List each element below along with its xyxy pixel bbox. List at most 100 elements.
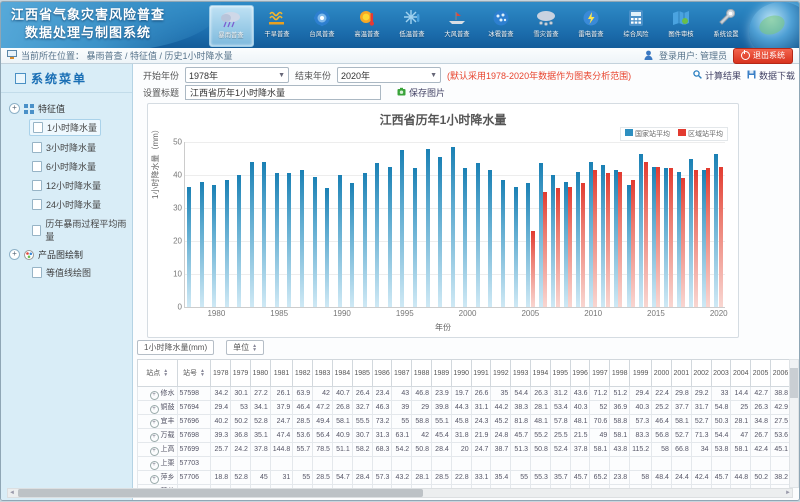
gridline xyxy=(185,142,725,143)
scroll-right-icon[interactable]: ► xyxy=(784,489,792,497)
table-header-2001[interactable]: 2001 xyxy=(671,360,691,387)
nav-item-5[interactable]: 低温普查 xyxy=(390,5,433,47)
calculate-button[interactable]: 计算结果 xyxy=(693,69,741,82)
table-header-1988[interactable]: 1988 xyxy=(412,360,432,387)
nav-item-label: 雷电普查 xyxy=(578,30,603,39)
table-header-2002[interactable]: 2002 xyxy=(691,360,711,387)
row-expand-icon[interactable]: + xyxy=(150,461,159,470)
cell-value xyxy=(671,457,691,471)
tree-item-1小时降水量[interactable]: 1小时降水量 xyxy=(29,119,101,136)
table-header-1979[interactable]: 1979 xyxy=(231,360,251,387)
row-expand-icon[interactable]: + xyxy=(150,419,159,428)
bar-national-1994 xyxy=(388,167,392,307)
save-image-button[interactable]: 保存图片 xyxy=(397,86,445,99)
table-vertical-scrollbar[interactable] xyxy=(789,359,799,488)
end-year-select[interactable]: 2020年▼ xyxy=(337,67,441,83)
bar-national-1993 xyxy=(375,163,379,307)
row-expand-icon[interactable]: + xyxy=(150,391,159,400)
table-header-2006[interactable]: 2006 xyxy=(770,360,790,387)
unit-dropdown[interactable]: 单位▲▼ xyxy=(226,340,264,355)
table-row[interactable]: +萍乡5770618.852.845315528.554.728.457.343… xyxy=(138,471,791,485)
download-button[interactable]: 数据下载 xyxy=(747,69,795,82)
cell-value xyxy=(471,457,491,471)
row-expand-icon[interactable]: + xyxy=(150,447,159,456)
table-header-1987[interactable]: 1987 xyxy=(392,360,412,387)
table-header-1983[interactable]: 1983 xyxy=(313,360,333,387)
table-row[interactable]: +万载5769839.336.835.147.453.656.440.930.7… xyxy=(138,429,791,443)
nav-item-10[interactable]: 综合风险 xyxy=(614,5,657,47)
table-row[interactable]: +修水5759834.230.127.226.163.94240.726.423… xyxy=(138,387,791,401)
tree-item-等值线绘图[interactable]: 等值线绘图 xyxy=(29,265,94,280)
table-header-1995[interactable]: 1995 xyxy=(550,360,570,387)
table-header-1998[interactable]: 1998 xyxy=(610,360,630,387)
scroll-left-icon[interactable]: ◄ xyxy=(8,489,16,497)
table-header-1989[interactable]: 1989 xyxy=(431,360,451,387)
table-header-1984[interactable]: 1984 xyxy=(332,360,352,387)
row-expand-icon[interactable]: + xyxy=(150,405,159,414)
tree-group-1[interactable]: +特征值 xyxy=(9,102,132,115)
table-header-1981[interactable]: 1981 xyxy=(270,360,293,387)
table-header-1980[interactable]: 1980 xyxy=(250,360,270,387)
table-header-站点[interactable]: 站点▲▼ xyxy=(138,360,178,387)
table-header-2005[interactable]: 2005 xyxy=(751,360,771,387)
nav-item-9[interactable]: 雷电普查 xyxy=(570,5,613,47)
station-table-wrap[interactable]: 站点▲▼站号▲▼19781979198019811982198319841985… xyxy=(137,359,791,488)
table-header-站号[interactable]: 站号▲▼ xyxy=(177,360,211,387)
tree-item-历年暴雨过程平均雨量[interactable]: 历年暴雨过程平均雨量 xyxy=(29,216,132,244)
start-year-select[interactable]: 1978年▼ xyxy=(185,67,289,83)
nav-item-1[interactable]: 暴雨普查 xyxy=(209,5,254,47)
table-header-1985[interactable]: 1985 xyxy=(352,360,372,387)
save-disk-icon xyxy=(747,70,756,81)
table-header-2000[interactable]: 2000 xyxy=(652,360,672,387)
nav-item-4[interactable]: 高温普查 xyxy=(345,5,388,47)
station-id: 57694 xyxy=(177,401,211,415)
table-row[interactable]: +铜鼓5769429.45334.137.946.447.226.832.746… xyxy=(138,401,791,415)
cell-value: 26.3 xyxy=(531,387,551,401)
table-header-1992[interactable]: 1992 xyxy=(491,360,511,387)
nav-item-6[interactable]: 大风普查 xyxy=(435,5,478,47)
table-header-1999[interactable]: 1999 xyxy=(630,360,652,387)
expand-icon[interactable]: + xyxy=(9,249,20,260)
chart-title-input[interactable]: 江西省历年1小时降水量 xyxy=(185,85,381,100)
legend-entry[interactable]: 区域站平均 xyxy=(678,129,723,139)
table-row[interactable]: +上高5769925.724.237.8144.855.778.551.158.… xyxy=(138,443,791,457)
table-header-1993[interactable]: 1993 xyxy=(511,360,531,387)
table-header-2004[interactable]: 2004 xyxy=(731,360,751,387)
table-header-1986[interactable]: 1986 xyxy=(372,360,392,387)
table-header-1991[interactable]: 1991 xyxy=(471,360,491,387)
bar-national-2016 xyxy=(664,168,668,307)
nav-item-7[interactable]: 冰雹普查 xyxy=(480,5,523,47)
cell-value: 39 xyxy=(392,401,412,415)
table-header-1994[interactable]: 1994 xyxy=(531,360,551,387)
row-expand-icon[interactable]: + xyxy=(150,433,159,442)
table-row[interactable]: +宜丰5769640.250.252.824.728.549.458.155.5… xyxy=(138,415,791,429)
cell-value: 29.4 xyxy=(630,387,652,401)
bar-regional-2015 xyxy=(656,167,660,307)
table-header-1982[interactable]: 1982 xyxy=(293,360,313,387)
horizontal-scrollbar[interactable]: ◄ ► xyxy=(7,488,793,498)
legend-entry[interactable]: 国家站平均 xyxy=(625,129,670,139)
nav-item-11[interactable]: 图件审核 xyxy=(659,5,702,47)
nav-item-8[interactable]: 雪灾普查 xyxy=(525,5,568,47)
unit-box[interactable]: 1小时降水量(mm) xyxy=(137,340,214,355)
table-header-1996[interactable]: 1996 xyxy=(570,360,590,387)
tree-item-6小时降水量[interactable]: 6小时降水量 xyxy=(29,159,99,174)
nav-item-3[interactable]: 台风普查 xyxy=(301,5,344,47)
table-header-1990[interactable]: 1990 xyxy=(451,360,471,387)
cell-value: 48.1 xyxy=(570,415,590,429)
table-row[interactable]: +上栗57703 xyxy=(138,457,791,471)
tree-item-24小时降水量[interactable]: 24小时降水量 xyxy=(29,197,104,212)
nav-item-2[interactable]: 干旱普查 xyxy=(256,5,299,47)
row-expand-icon[interactable]: + xyxy=(150,475,159,484)
table-header-2003[interactable]: 2003 xyxy=(711,360,731,387)
table-header-1997[interactable]: 1997 xyxy=(590,360,610,387)
scrollbar-thumb[interactable] xyxy=(18,489,423,497)
expand-icon[interactable]: + xyxy=(9,103,20,114)
tree-group-2[interactable]: +产品图绘制 xyxy=(9,248,132,261)
table-header-1978[interactable]: 1978 xyxy=(211,360,231,387)
tree-item-12小时降水量[interactable]: 12小时降水量 xyxy=(29,178,104,193)
tree-item-3小时降水量[interactable]: 3小时降水量 xyxy=(29,140,99,155)
cell-value: 44.3 xyxy=(451,401,471,415)
nav-item-12[interactable]: 系统设置 xyxy=(704,5,747,47)
logout-button[interactable]: 退出系统 xyxy=(733,48,793,64)
